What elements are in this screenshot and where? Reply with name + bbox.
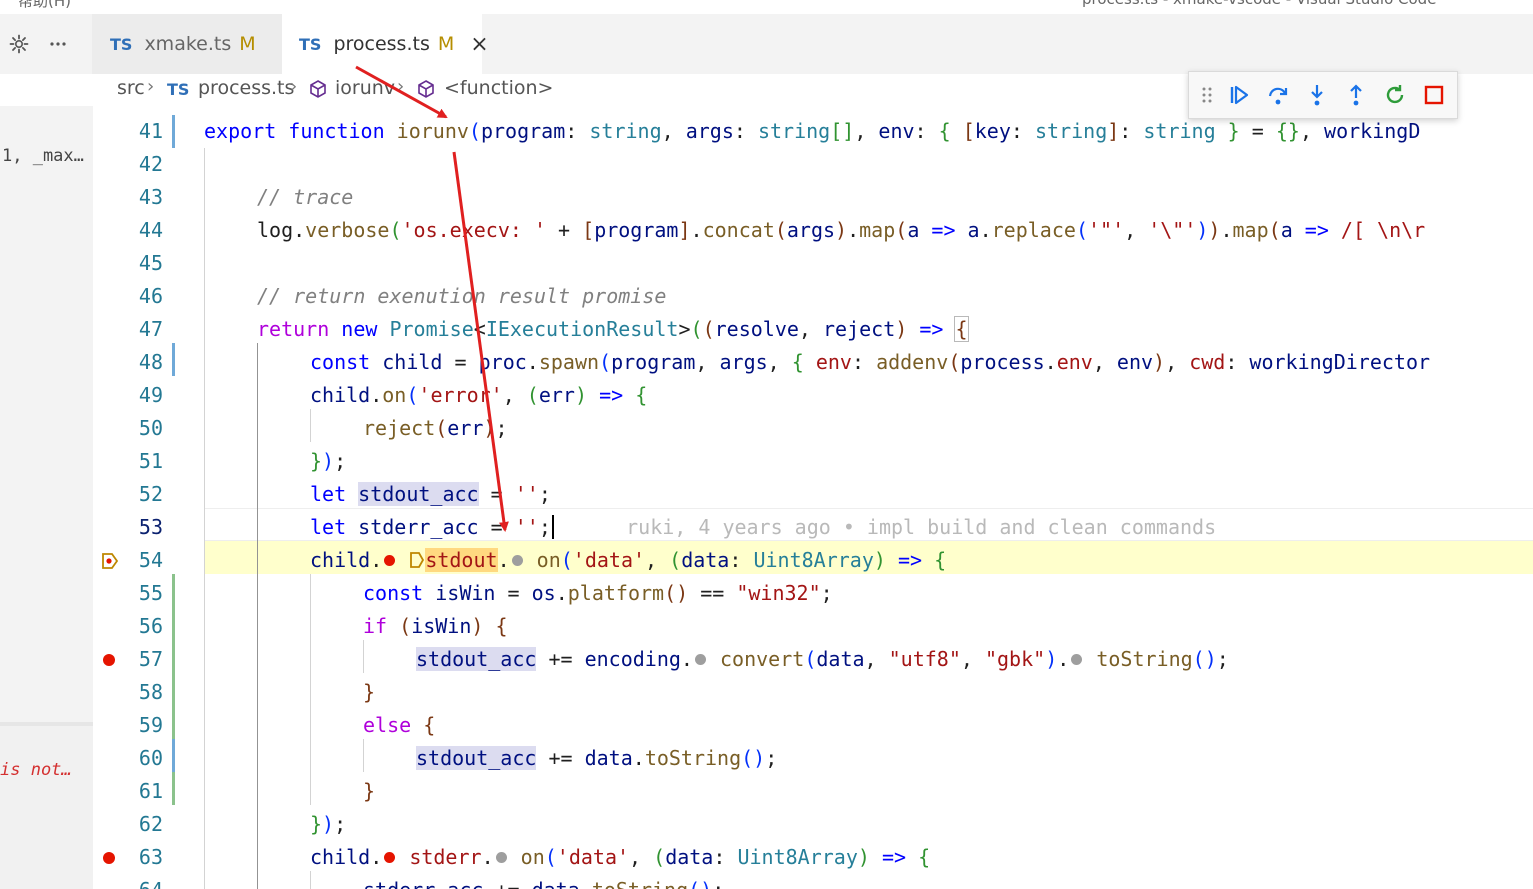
annotation-arrow (355, 65, 448, 119)
annotation-arrows (355, 65, 509, 532)
annotation-arrow (452, 151, 509, 532)
